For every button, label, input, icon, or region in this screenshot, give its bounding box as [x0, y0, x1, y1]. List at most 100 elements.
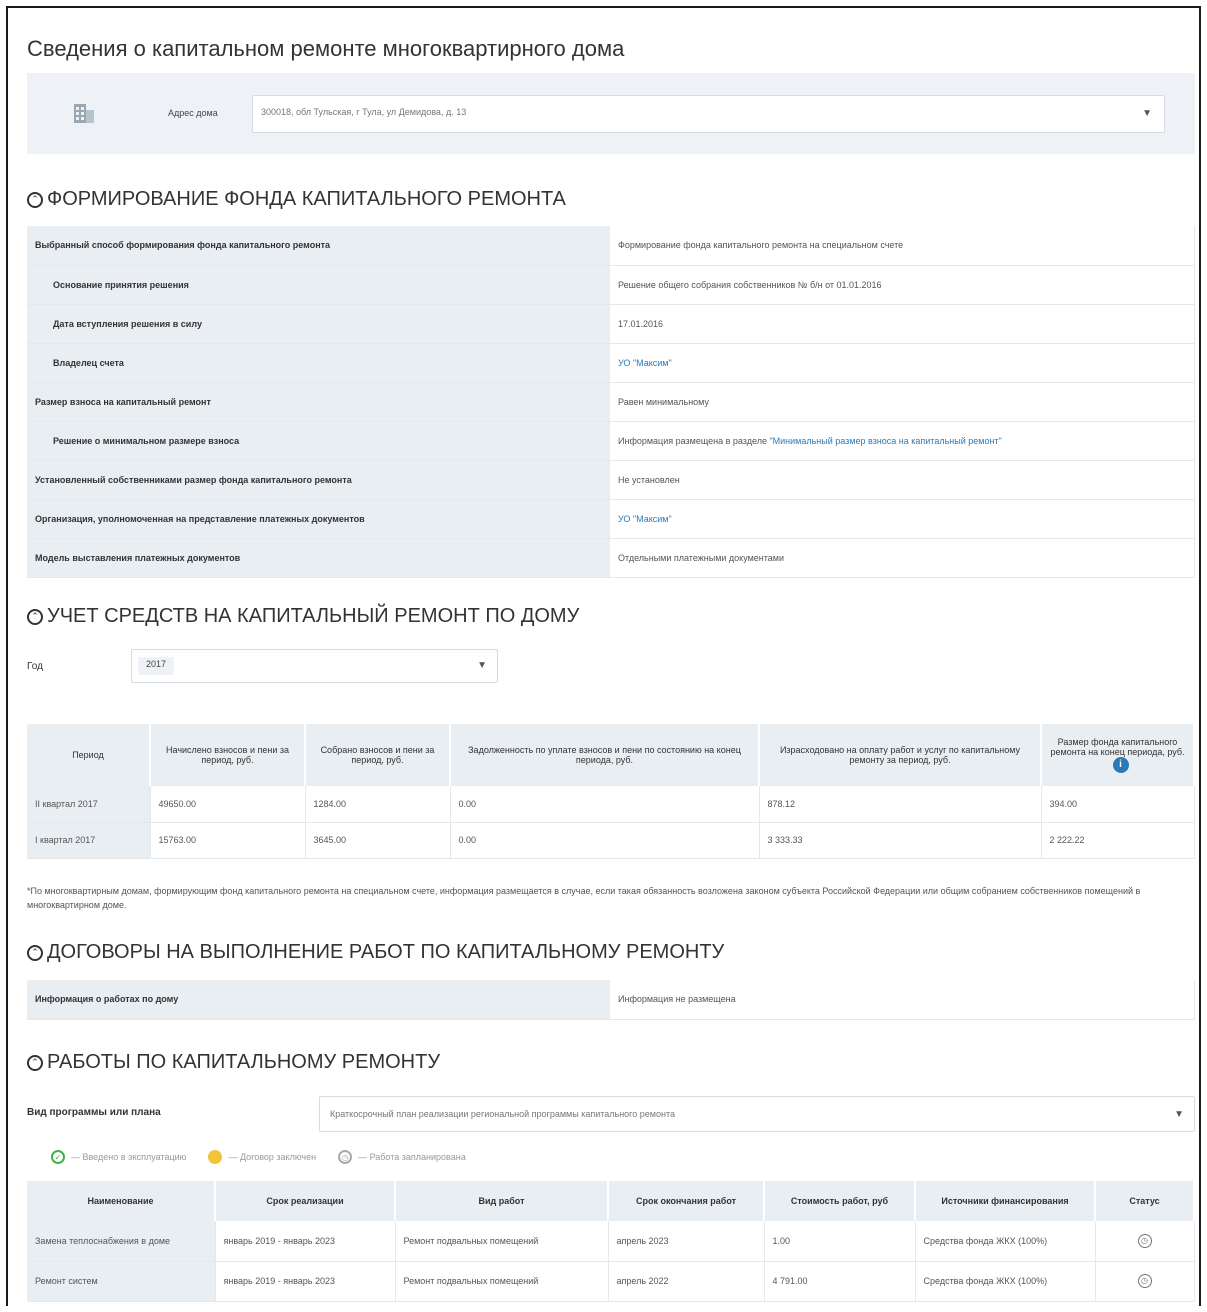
check-circle-icon: ✓ — [51, 1150, 65, 1164]
row-label: Дата вступления решения в силу — [27, 304, 610, 344]
value-prefix: Информация размещена в разделе — [618, 435, 770, 446]
fund-table: Выбранный способ формирования фонда капи… — [27, 226, 1195, 578]
info-icon[interactable]: i — [1112, 757, 1129, 773]
contract-circle-icon — [208, 1150, 223, 1164]
row-label: Модель выставления платежных документов — [27, 538, 610, 578]
table-row: Выбранный способ формирования фонда капи… — [27, 226, 1195, 266]
col-header: Статус — [1095, 1181, 1195, 1221]
col-header: Период — [27, 724, 151, 786]
work-name-link[interactable]: Замена теплоснабжения в доме — [27, 1221, 216, 1262]
cell: 3645.00 — [305, 822, 451, 859]
row-value: Решение общего собрания собственников № … — [610, 265, 1195, 305]
row-value: Не установлен — [610, 460, 1195, 500]
legend-text: — Введено в эксплуатацию — [71, 1152, 187, 1162]
organization-link[interactable]: УО "Максим" — [610, 499, 1195, 539]
program-label: Вид программы или плана — [27, 1107, 161, 1118]
cell: 2 222.22 — [1041, 822, 1195, 859]
table-header: Наименование Срок реализации Вид работ С… — [27, 1181, 1195, 1221]
min-fee-link[interactable]: "Минимальный размер взноса на капитальны… — [769, 436, 1001, 446]
row-label: Организация, уполномоченная на представл… — [27, 499, 610, 539]
table-row: I квартал 2017 15763.00 3645.00 0.00 3 3… — [27, 822, 1195, 859]
year-select[interactable]: 2017 ▼ — [131, 649, 498, 683]
cell: II квартал 2017 — [27, 786, 151, 823]
cell: I квартал 2017 — [27, 822, 151, 859]
table-row: Решение о минимальном размере взноса Инф… — [27, 421, 1195, 461]
section-fund-header[interactable]: ⌃ ФОРМИРОВАНИЕ ФОНДА КАПИТАЛЬНОГО РЕМОНТ… — [27, 188, 566, 211]
cell: апрель 2022 — [608, 1261, 765, 1302]
row-value: Информация не размещена — [610, 980, 1195, 1020]
col-header: Источники финансирования — [915, 1181, 1096, 1221]
address-value: 300018, обл Тульская, г Тула, ул Демидов… — [261, 107, 467, 117]
cell: 4 791.00 — [764, 1261, 916, 1302]
chevron-down-icon: ▼ — [477, 660, 487, 671]
row-label: Основание принятия решения — [27, 265, 610, 305]
row-label: Решение о минимальном размере взноса — [27, 421, 610, 461]
row-label: Размер взноса на капитальный ремонт — [27, 382, 610, 422]
col-header-text: Размер фонда капитального ремонта на кон… — [1050, 737, 1185, 757]
legend-text: — Договор заключен — [228, 1152, 317, 1162]
address-label: Адрес дома — [168, 108, 218, 118]
program-select[interactable]: Краткосрочный план реализации региональн… — [319, 1096, 1195, 1132]
cell: Средства фонда ЖКХ (100%) — [915, 1261, 1096, 1302]
table-header: Период Начислено взносов и пени за перио… — [27, 724, 1195, 786]
row-value: Равен минимальному — [610, 382, 1195, 422]
collapse-icon: ⌃ — [27, 191, 43, 208]
works-table: Наименование Срок реализации Вид работ С… — [27, 1181, 1195, 1302]
col-header: Вид работ — [395, 1181, 609, 1221]
cell: Средства фонда ЖКХ (100%) — [915, 1221, 1096, 1262]
cell: 878.12 — [759, 786, 1042, 823]
cell: 0.00 — [450, 822, 760, 859]
cell: апрель 2023 — [608, 1221, 765, 1262]
clock-circle-icon: ◷ — [1137, 1233, 1152, 1248]
cell: 3 333.33 — [759, 822, 1042, 859]
table-row: Размер взноса на капитальный ремонт Раве… — [27, 382, 1195, 422]
section-contracts-header[interactable]: ⌃ ДОГОВОРЫ НА ВЫПОЛНЕНИЕ РАБОТ ПО КАПИТА… — [27, 941, 724, 964]
legend-item: ◷ — Работа запланирована — [338, 1150, 466, 1164]
col-header: Начислено взносов и пени за период, руб. — [150, 724, 306, 786]
chevron-down-icon: ▼ — [1174, 1109, 1184, 1120]
table-row: Ремонт систем январь 2019 - январь 2023 … — [27, 1261, 1195, 1302]
row-value: Отдельными платежными документами — [610, 538, 1195, 578]
section-works-header[interactable]: ⌃ РАБОТЫ ПО КАПИТАЛЬНОМУ РЕМОНТУ — [27, 1051, 440, 1074]
cell: 0.00 — [450, 786, 760, 823]
cell: 394.00 — [1041, 786, 1195, 823]
col-header: Срок реализации — [215, 1181, 396, 1221]
section-accounting-header[interactable]: ⌃ УЧЕТ СРЕДСТВ НА КАПИТАЛЬНЫЙ РЕМОНТ ПО … — [27, 605, 579, 628]
legend-text: — Работа запланирована — [358, 1152, 466, 1162]
address-select[interactable]: 300018, обл Тульская, г Тула, ул Демидов… — [252, 95, 1165, 133]
row-value: 17.01.2016 — [610, 304, 1195, 344]
year-chip[interactable]: 2017 — [138, 657, 175, 675]
cell: 15763.00 — [150, 822, 306, 859]
contracts-table: Информация о работах по дому Информация … — [27, 980, 1195, 1020]
collapse-icon: ⌃ — [27, 608, 43, 625]
collapse-icon: ⌃ — [27, 1054, 43, 1071]
account-owner-link[interactable]: УО "Максим" — [610, 343, 1195, 383]
status-cell: ◷ — [1095, 1261, 1195, 1302]
row-label: Выбранный способ формирования фонда капи… — [27, 226, 610, 266]
section-contracts-title: ДОГОВОРЫ НА ВЫПОЛНЕНИЕ РАБОТ ПО КАПИТАЛЬ… — [47, 941, 725, 963]
row-label: Информация о работах по дому — [27, 980, 610, 1020]
clock-circle-icon: ◷ — [1137, 1274, 1152, 1288]
table-row: Установленный собственниками размер фонд… — [27, 460, 1195, 500]
col-header: Размер фонда капитального ремонта на кон… — [1041, 724, 1195, 786]
legend-item: ✓ — Введено в эксплуатацию — [51, 1150, 186, 1164]
collapse-icon: ⌃ — [27, 944, 43, 961]
table-row: Организация, уполномоченная на представл… — [27, 499, 1195, 539]
work-name-link[interactable]: Ремонт систем — [27, 1261, 216, 1302]
footnote: *По многоквартирным домам, формирующим ф… — [27, 886, 1141, 910]
accounting-table: Период Начислено взносов и пени за перио… — [27, 724, 1195, 859]
table-row: Информация о работах по дому Информация … — [27, 980, 1195, 1020]
building-icon — [74, 104, 94, 123]
page-frame: Сведения о капитальном ремонте многоквар… — [6, 6, 1201, 1306]
cell: 49650.00 — [150, 786, 306, 823]
col-header: Наименование — [27, 1181, 216, 1221]
table-row: Модель выставления платежных документов … — [27, 538, 1195, 578]
cell: Ремонт подвальных помещений — [395, 1221, 609, 1262]
row-label: Установленный собственниками размер фонд… — [27, 460, 610, 500]
col-header: Собрано взносов и пени за период, руб. — [305, 724, 451, 786]
page-title: Сведения о капитальном ремонте многоквар… — [27, 36, 625, 61]
cell: Ремонт подвальных помещений — [395, 1261, 609, 1302]
col-header: Израсходовано на оплату работ и услуг по… — [759, 724, 1042, 786]
row-value: Информация размещена в разделе "Минималь… — [610, 421, 1195, 461]
col-header: Срок окончания работ — [608, 1181, 765, 1221]
